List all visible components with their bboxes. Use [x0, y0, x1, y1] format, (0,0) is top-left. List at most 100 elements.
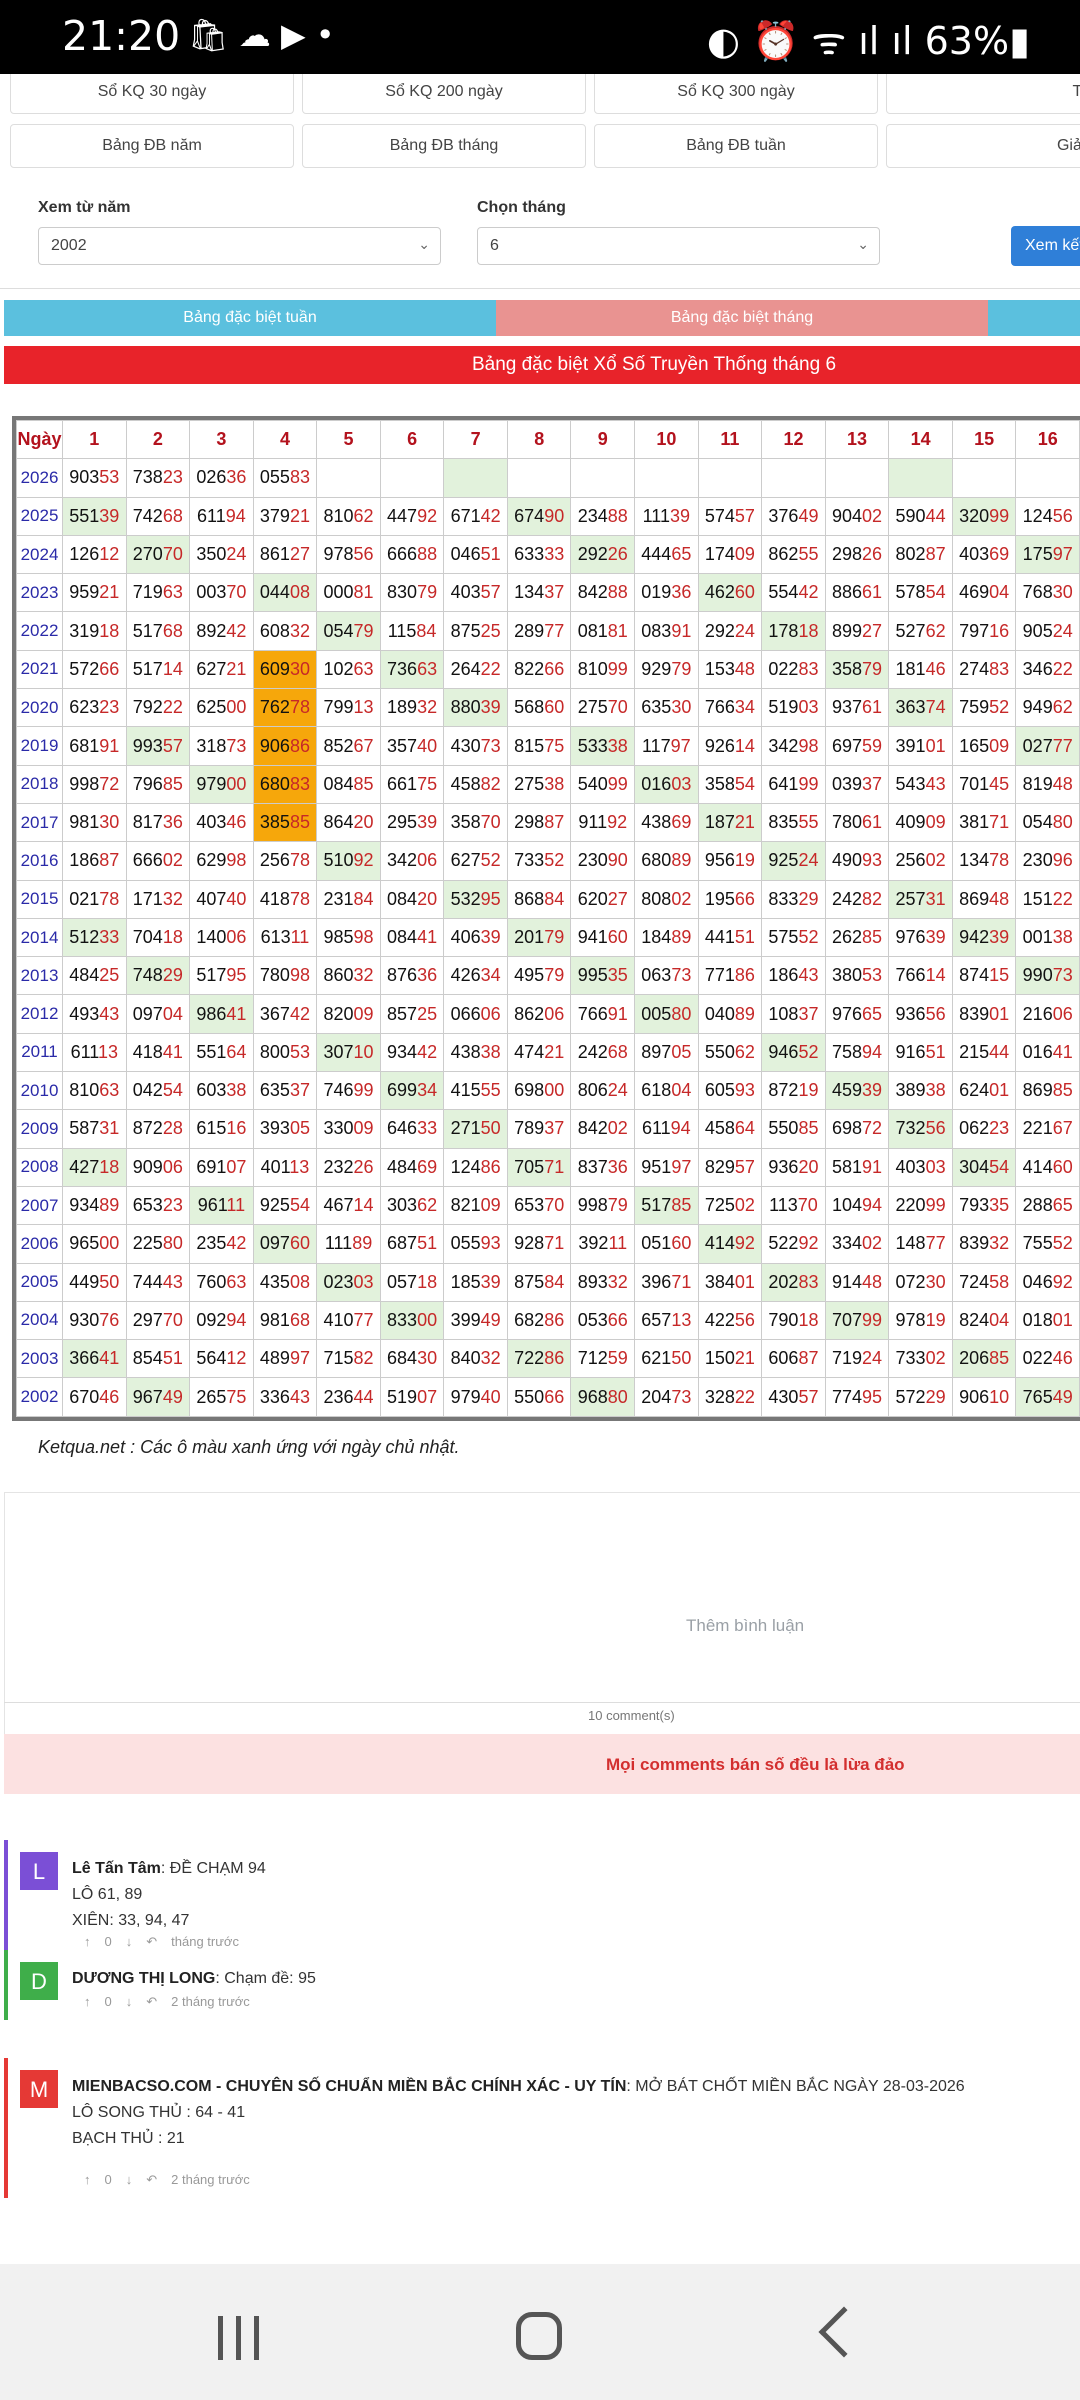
notification-icons: 🛍 ☁ ▶ •: [188, 16, 335, 54]
table-cell: 43508: [252, 1262, 318, 1302]
table-cell: 86206: [506, 994, 572, 1034]
downvote-icon[interactable]: ↓: [126, 2172, 133, 2187]
comment-author[interactable]: DƯƠNG THỊ LONG: [72, 1970, 215, 1987]
table-cell: 44792: [379, 496, 445, 536]
recent-apps-button[interactable]: [214, 2316, 264, 2360]
table-cell: 23184: [316, 879, 381, 919]
upvote-icon[interactable]: ↑: [84, 1934, 91, 1949]
comment-body: MIENBACSO.COM - CHUYÊN SỐ CHUẨN MIỀN BẮC…: [72, 2074, 965, 2152]
table-cell: 87636: [379, 956, 445, 996]
add-comment-link[interactable]: Thêm bình luận: [686, 1616, 804, 1636]
link-so-kq-300[interactable]: Sổ KQ 300 ngày: [594, 74, 878, 114]
row-year: 2004: [16, 1300, 63, 1341]
comment-item: M MIENBACSO.COM - CHUYÊN SỐ CHUẨN MIỀN BẮ…: [4, 2058, 1080, 2198]
table-cell: 99535: [570, 956, 636, 996]
table-cell: 70418: [125, 917, 191, 958]
table-cell: 46260: [697, 573, 763, 613]
month-select[interactable]: 6 ⌄: [477, 227, 880, 265]
table-cell: 46904: [951, 573, 1017, 613]
table-cell: 86127: [252, 534, 318, 575]
table-cell: 29887: [506, 802, 572, 843]
link-so-kq-200[interactable]: Sổ KQ 200 ngày: [302, 74, 586, 114]
table-cell: 38585: [252, 802, 318, 843]
divider: [4, 1702, 1080, 1703]
table-cell: 72458: [951, 1262, 1017, 1302]
table-cell: 55066: [506, 1377, 572, 1417]
link-tan-suat-loto[interactable]: Tần suất loto: [886, 74, 1080, 114]
tab-monthly-special[interactable]: Bảng đặc biệt tháng: [496, 300, 988, 336]
home-button[interactable]: [516, 2312, 562, 2360]
link-giai-db-ngay[interactable]: Giải ĐB ngày m: [886, 124, 1080, 168]
table-cell: 10494: [824, 1185, 890, 1226]
table-cell: 27570: [570, 688, 636, 728]
table-row: 2026 90353 73823 02636 05583: [16, 458, 1080, 498]
table-cell: 73823: [125, 458, 191, 498]
table-cell: 23488: [570, 496, 636, 536]
reply-icon[interactable]: ↶: [146, 1934, 157, 1949]
table-cell: 97639: [888, 917, 953, 958]
row-year: 2010: [16, 1071, 63, 1111]
comment-line: LÔ 61, 89: [72, 1886, 143, 1903]
header-col-12: 12: [761, 419, 826, 460]
table-cell: 48469: [379, 1147, 445, 1187]
year-select-value: 2002: [51, 237, 87, 254]
table-row: 2014 51233 70418 14006 61311 98598 08441 40639 2…: [16, 917, 1080, 958]
table-cell: 75894: [824, 1032, 890, 1073]
reply-icon[interactable]: ↶: [146, 1994, 157, 2009]
downvote-icon[interactable]: ↓: [126, 1994, 133, 2009]
table-cell: 60687: [761, 1339, 826, 1379]
table-cell: [888, 458, 953, 498]
reply-icon[interactable]: ↶: [146, 2172, 157, 2187]
table-cell: 04089: [697, 994, 763, 1034]
upvote-icon[interactable]: ↑: [84, 1994, 91, 2009]
view-results-button[interactable]: Xem kết: [1011, 226, 1080, 266]
table-cell: 02178: [61, 879, 127, 919]
table-cell: 98641: [189, 994, 254, 1034]
back-button[interactable]: [818, 2306, 870, 2358]
tab-more[interactable]: [988, 300, 1080, 336]
link-bang-db-tuan[interactable]: Bảng ĐB tuần: [594, 124, 878, 168]
table-cell: 92524: [761, 841, 826, 881]
comment-input-area[interactable]: [4, 1492, 1080, 1772]
table-cell: 81575: [506, 726, 572, 766]
link-bang-db-nam[interactable]: Bảng ĐB năm: [10, 124, 294, 168]
month-select-value: 6: [490, 237, 499, 254]
table-cell: 95197: [634, 1147, 699, 1187]
table-cell: 30710: [316, 1032, 381, 1073]
table-cell: 97856: [316, 534, 381, 575]
table-cell: 56860: [506, 688, 572, 728]
link-bang-db-thang[interactable]: Bảng ĐB tháng: [302, 124, 586, 168]
table-cell: 18721: [697, 802, 763, 843]
table-cell: 41841: [125, 1032, 191, 1073]
tab-weekly-special[interactable]: Bảng đặc biệt tuần: [4, 300, 496, 336]
table-cell: 27538: [506, 764, 572, 804]
table-title: Bảng đặc biệt Xổ Số Truyền Thống tháng 6: [4, 346, 1080, 384]
link-so-kq-30[interactable]: Sổ KQ 30 ngày: [10, 74, 294, 114]
table-cell: 06223: [951, 1109, 1017, 1149]
table-cell: 86032: [316, 956, 381, 996]
upvote-icon[interactable]: ↑: [84, 2172, 91, 2187]
table-cell: 66602: [125, 841, 191, 881]
table-cell: 62500: [189, 688, 254, 728]
year-select[interactable]: 2002 ⌄: [38, 227, 441, 265]
comment-author[interactable]: Lê Tấn Tâm: [72, 1860, 161, 1877]
row-year: 2009: [16, 1109, 63, 1149]
table-cell: 01603: [634, 764, 699, 804]
table-cell: 20283: [761, 1262, 826, 1302]
table-cell: 40369: [951, 534, 1017, 575]
comment-text: : Chạm đề: 95: [215, 1970, 316, 1987]
comment-author[interactable]: MIENBACSO.COM - CHUYÊN SỐ CHUẨN MIỀN BẮC…: [72, 2078, 626, 2095]
table-cell: 51785: [634, 1185, 699, 1226]
table-cell: 55442: [761, 573, 826, 613]
row-year: 2008: [16, 1147, 63, 1187]
table-cell: 69107: [189, 1147, 254, 1187]
table-row: 2025 55139 74268 61194 37921 81062 44792 67142 6…: [16, 496, 1080, 536]
table-row: 2009 58731 87228 61516 39305 33009 64633 27150 7…: [16, 1109, 1080, 1149]
table-cell: [1015, 458, 1080, 498]
downvote-icon[interactable]: ↓: [126, 1934, 133, 1949]
header-col-3: 3: [189, 419, 254, 460]
table-cell: 68089: [634, 841, 699, 881]
table-cell: 20179: [506, 917, 572, 958]
row-year: 2002: [16, 1377, 63, 1417]
table-cell: 83932: [951, 1224, 1017, 1264]
